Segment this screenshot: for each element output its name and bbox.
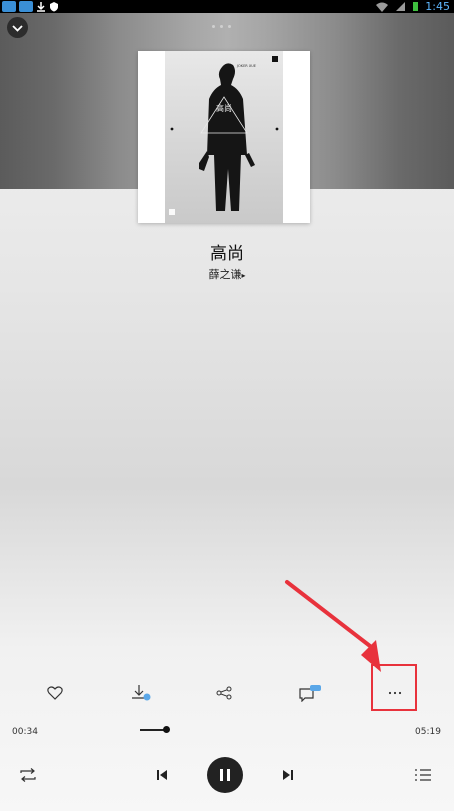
notification-icons xyxy=(2,0,59,13)
shield-icon xyxy=(50,2,58,12)
song-title: 高尚 xyxy=(210,244,244,264)
elapsed-time: 00:34 xyxy=(12,727,38,737)
download-icon xyxy=(132,685,151,701)
repeat-icon xyxy=(20,768,36,782)
skip-previous-icon xyxy=(157,770,167,780)
download-icon xyxy=(37,2,45,12)
page-indicator xyxy=(212,25,231,28)
status-bar: 1:45 xyxy=(0,0,454,13)
album-art-figure: 高尚 JOKER XUE xyxy=(169,56,279,215)
chevron-right-icon: ▸ xyxy=(241,271,246,280)
signal-icon xyxy=(396,2,406,11)
album-art-sub-text: JOKER XUE xyxy=(236,64,256,68)
playlist-icon xyxy=(415,769,431,781)
album-cover[interactable]: 高尚 JOKER XUE xyxy=(138,51,310,223)
pause-icon xyxy=(220,769,230,781)
album-art-main-text: 高尚 xyxy=(216,103,232,113)
clock: 1:45 xyxy=(425,0,450,13)
download-button[interactable] xyxy=(124,680,158,706)
playlist-button[interactable] xyxy=(413,767,433,783)
play-pause-button[interactable] xyxy=(207,757,243,793)
comments-button[interactable] xyxy=(293,680,327,706)
artist-link[interactable]: 薛之谦▸ xyxy=(0,266,454,282)
chevron-down-icon xyxy=(12,24,23,32)
previous-button[interactable] xyxy=(154,767,170,783)
collapse-button[interactable] xyxy=(7,17,28,38)
favorite-button[interactable] xyxy=(38,680,72,706)
heart-icon xyxy=(47,686,63,700)
album-art: 高尚 JOKER XUE xyxy=(165,51,283,223)
wifi-icon xyxy=(376,2,389,12)
app-notification-icon xyxy=(2,1,16,12)
total-duration: 05:19 xyxy=(415,727,441,737)
share-icon xyxy=(216,686,232,700)
share-button[interactable] xyxy=(207,680,241,706)
progress-handle[interactable] xyxy=(162,726,170,733)
comment-icon xyxy=(299,685,321,702)
app-notification-icon xyxy=(19,1,33,12)
repeat-button[interactable] xyxy=(18,767,38,783)
skip-next-icon xyxy=(283,770,293,780)
artist-name: 薛之谦 xyxy=(208,268,242,281)
highlight-box xyxy=(371,664,417,711)
next-button[interactable] xyxy=(280,767,296,783)
battery-icon xyxy=(413,2,419,11)
progress-bar[interactable] xyxy=(140,726,260,733)
